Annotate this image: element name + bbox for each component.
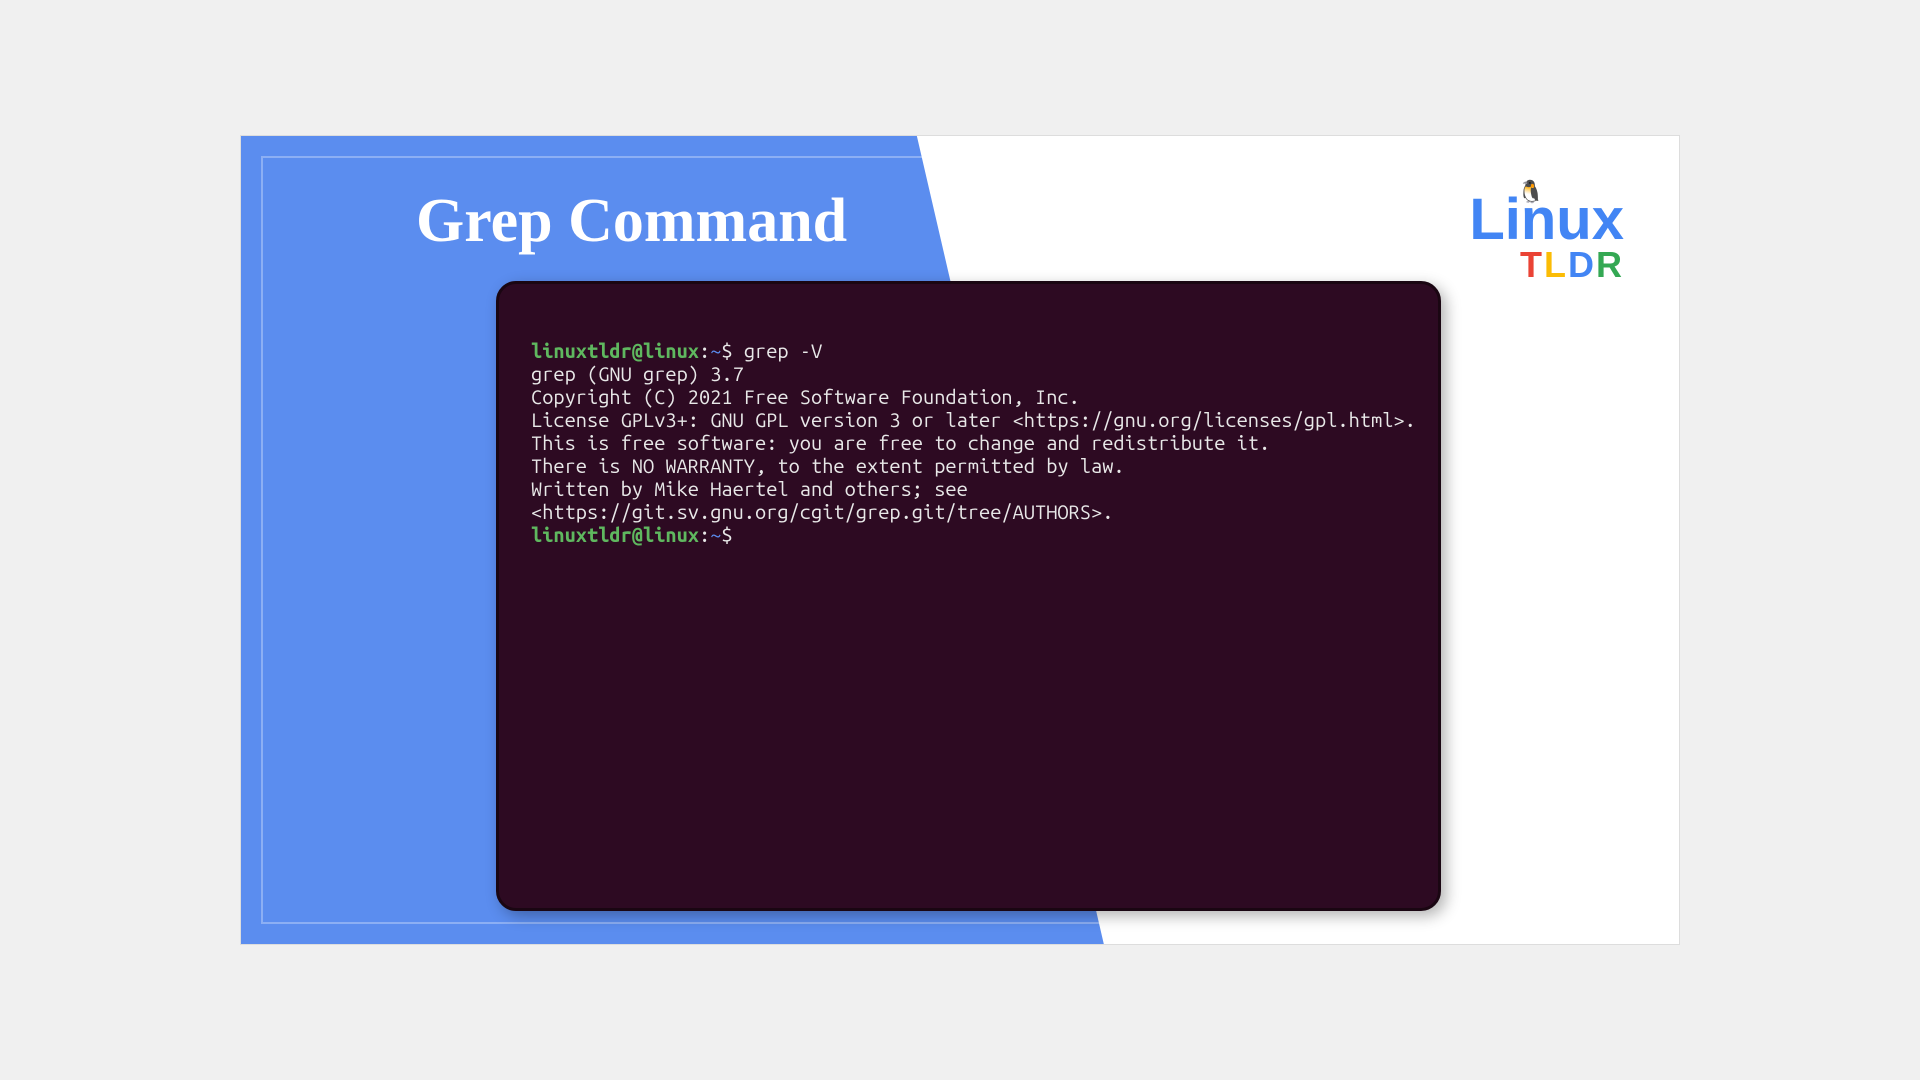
prompt-dollar: $ — [721, 339, 743, 362]
slide-container: Grep Command 🐧 Linux TLDR linuxtldr@linu… — [240, 135, 1680, 945]
prompt-separator: : — [699, 339, 710, 362]
prompt-path: ~ — [710, 339, 721, 362]
prompt-user: linuxtldr@linux — [531, 523, 699, 546]
output-line: License GPLv3+: GNU GPL version 3 or lat… — [531, 408, 1406, 431]
output-line: Copyright (C) 2021 Free Software Foundat… — [531, 385, 1406, 408]
logo-main-text: 🐧 Linux — [1469, 191, 1624, 249]
page-title: Grep Command — [416, 186, 847, 257]
command-input: grep -V — [744, 339, 822, 362]
logo-linux-text: Linux — [1469, 187, 1624, 252]
terminal-command-line-2: linuxtldr@linux:~$ — [531, 523, 1406, 546]
output-line: This is free software: you are free to c… — [531, 431, 1406, 454]
output-line: <https://git.sv.gnu.org/cgit/grep.git/tr… — [531, 500, 1406, 523]
terminal-window[interactable]: linuxtldr@linux:~$ grep -V grep (GNU gre… — [496, 281, 1441, 911]
prompt-user: linuxtldr@linux — [531, 339, 699, 362]
output-line: grep (GNU grep) 3.7 — [531, 362, 1406, 385]
prompt-dollar: $ — [721, 523, 743, 546]
penguin-icon: 🐧 — [1517, 181, 1544, 203]
prompt-separator: : — [699, 523, 710, 546]
terminal-command-line-1: linuxtldr@linux:~$ grep -V — [531, 339, 1406, 362]
output-line: Written by Mike Haertel and others; see — [531, 477, 1406, 500]
logo-container: 🐧 Linux TLDR — [1469, 191, 1624, 286]
prompt-path: ~ — [710, 523, 721, 546]
output-line: There is NO WARRANTY, to the extent perm… — [531, 454, 1406, 477]
